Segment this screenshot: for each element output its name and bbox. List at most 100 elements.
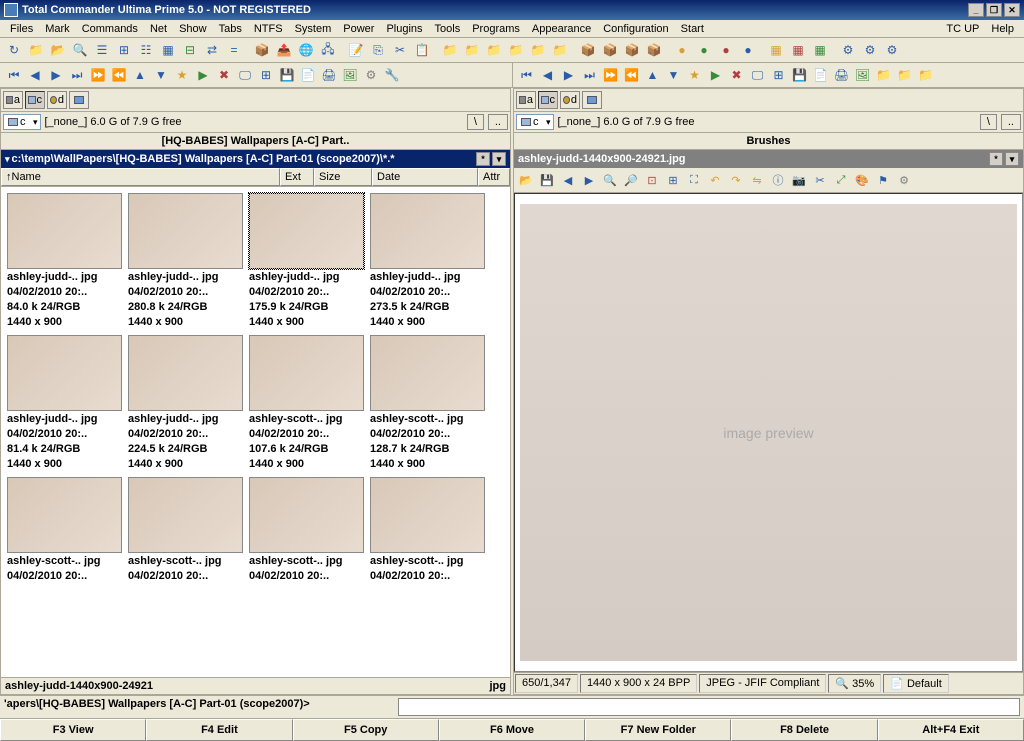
minimize-button[interactable]: _ (968, 3, 984, 17)
close-button[interactable]: ✕ (1004, 3, 1020, 17)
v-opts-icon[interactable]: ⚙ (894, 170, 914, 190)
menu-start[interactable]: Start (675, 21, 710, 37)
folder-blue5-icon[interactable]: 📁 (528, 40, 548, 60)
brief-icon[interactable]: ⊞ (114, 40, 134, 60)
folder-icon[interactable]: 📁 (26, 40, 46, 60)
nav-down-icon[interactable]: ▼ (151, 65, 171, 85)
ball3-icon[interactable]: ● (716, 40, 736, 60)
col-date[interactable]: Date (372, 168, 478, 186)
ball1-icon[interactable]: ● (672, 40, 692, 60)
menu-ntfs[interactable]: NTFS (248, 21, 289, 37)
right-path-bar[interactable]: ashley-judd-1440x900-24921.jpg * ▾ (514, 150, 1023, 168)
print-icon[interactable]: 🖨 (319, 65, 339, 85)
right-drive-select[interactable]: c (516, 114, 554, 130)
box4-icon[interactable]: 📦 (644, 40, 664, 60)
r-drive-cd-button[interactable]: d (560, 91, 580, 109)
r-nav-back-icon[interactable]: ⏪ (622, 65, 642, 85)
folder-blue2-icon[interactable]: 📁 (462, 40, 482, 60)
col-name[interactable]: ↑Name (1, 168, 280, 186)
grid3-icon[interactable]: ▦ (810, 40, 830, 60)
thumbnail-item[interactable]: ashley-judd-.. jpg 04/02/2010 20:.. 81.4… (7, 335, 122, 471)
v-crop-icon[interactable]: ✂ (810, 170, 830, 190)
drive-net-button[interactable] (69, 91, 89, 109)
ftp-icon[interactable]: 🌐 (296, 40, 316, 60)
col-attr[interactable]: Attr (478, 168, 510, 186)
image-viewer[interactable]: image preview (514, 193, 1023, 672)
v-save-icon[interactable]: 💾 (537, 170, 557, 190)
copy-icon[interactable]: ⎘ (368, 40, 388, 60)
right-updir-button[interactable]: .. (1001, 114, 1021, 130)
r-nav-fwd-icon[interactable]: ⏩ (601, 65, 621, 85)
menu-show[interactable]: Show (173, 21, 213, 37)
menu-tools[interactable]: Tools (429, 21, 467, 37)
v-next-icon[interactable]: ▶ (579, 170, 599, 190)
v-actual-icon[interactable]: ⊞ (663, 170, 683, 190)
calc-icon[interactable]: ⊞ (256, 65, 276, 85)
f6-move-button[interactable]: F6 Move (439, 719, 585, 741)
refresh-icon[interactable]: ↻ (4, 40, 24, 60)
v-resize-icon[interactable]: ⤢ (831, 170, 851, 190)
r-fold1-icon[interactable]: 📁 (874, 65, 894, 85)
tree-icon[interactable]: ⊟ (180, 40, 200, 60)
r-star-icon[interactable]: ★ (685, 65, 705, 85)
menu-help[interactable]: Help (985, 21, 1020, 37)
nav-prev-icon[interactable]: ◀ (25, 65, 45, 85)
box1-icon[interactable]: 📦 (578, 40, 598, 60)
grid1-icon[interactable]: ▦ (766, 40, 786, 60)
left-hist-button[interactable]: ▾ (492, 152, 506, 166)
menu-system[interactable]: System (289, 21, 338, 37)
menu-configuration[interactable]: Configuration (597, 21, 674, 37)
col-size[interactable]: Size (314, 168, 372, 186)
thumbnail-item[interactable]: ashley-scott-.. jpg 04/02/2010 20:.. 107… (249, 335, 364, 471)
f7-newfolder-button[interactable]: F7 New Folder (585, 719, 731, 741)
nav-back-icon[interactable]: ⏪ (109, 65, 129, 85)
v-full-icon[interactable]: ⛶ (684, 170, 704, 190)
opt1-icon[interactable]: ⚙ (838, 40, 858, 60)
f8-delete-button[interactable]: F8 Delete (731, 719, 877, 741)
paste-icon[interactable]: 📋 (412, 40, 432, 60)
play-icon[interactable]: ▶ (193, 65, 213, 85)
thumbnail-item[interactable]: ashley-scott-.. jpg 04/02/2010 20:.. (370, 477, 485, 583)
thumbnail-item[interactable]: ashley-judd-.. jpg 04/02/2010 20:.. 84.0… (7, 193, 122, 329)
v-zoomout-icon[interactable]: 🔎 (621, 170, 641, 190)
v-color-icon[interactable]: 🎨 (852, 170, 872, 190)
folder-blue3-icon[interactable]: 📁 (484, 40, 504, 60)
r-fold2-icon[interactable]: 📁 (895, 65, 915, 85)
f3-view-button[interactable]: F3 View (0, 719, 146, 741)
r-print-icon[interactable]: 🖨 (832, 65, 852, 85)
thumbnail-item[interactable]: ashley-judd-.. jpg 04/02/2010 20:.. 224.… (128, 335, 243, 471)
v-rotl-icon[interactable]: ↶ (705, 170, 725, 190)
pack-icon[interactable]: 📦 (252, 40, 272, 60)
v-info-icon[interactable]: ⓘ (768, 170, 788, 190)
grid2-icon[interactable]: ▦ (788, 40, 808, 60)
left-drive-select[interactable]: c (3, 114, 41, 130)
thumbnail-item[interactable]: ashley-judd-.. jpg 04/02/2010 20:.. 280.… (128, 193, 243, 329)
command-input[interactable] (398, 698, 1020, 716)
menu-tabs[interactable]: Tabs (213, 21, 248, 37)
r-drive-floppy-button[interactable]: a (516, 91, 536, 109)
right-root-button[interactable]: \ (980, 114, 997, 130)
thumbnail-item[interactable]: ashley-scott-.. jpg 04/02/2010 20:.. (7, 477, 122, 583)
f5-copy-button[interactable]: F5 Copy (293, 719, 439, 741)
r-calc-icon[interactable]: ⊞ (769, 65, 789, 85)
r-doc-icon[interactable]: 📄 (811, 65, 831, 85)
tool-icon[interactable]: 🔧 (382, 65, 402, 85)
col-ext[interactable]: Ext (280, 168, 314, 186)
right-fav-button[interactable]: * (989, 152, 1003, 166)
thumbnail-item[interactable]: ashley-scott-.. jpg 04/02/2010 20:.. 128… (370, 335, 485, 471)
r-nav-up-icon[interactable]: ▲ (643, 65, 663, 85)
cut-icon[interactable]: ✂ (390, 40, 410, 60)
menu-commands[interactable]: Commands (76, 21, 144, 37)
opt3-icon[interactable]: ⚙ (882, 40, 902, 60)
mon-icon[interactable]: 🖵 (235, 65, 255, 85)
notepad-icon[interactable]: 📝 (346, 40, 366, 60)
r-play-icon[interactable]: ▶ (706, 65, 726, 85)
thumbnail-item[interactable]: ashley-judd-.. jpg 04/02/2010 20:.. 273.… (370, 193, 485, 329)
nav-next-icon[interactable]: ▶ (46, 65, 66, 85)
gear-icon[interactable]: ⚙ (361, 65, 381, 85)
net-icon[interactable]: 🖧 (318, 40, 338, 60)
x-icon[interactable]: ✖ (214, 65, 234, 85)
star-icon[interactable]: ★ (172, 65, 192, 85)
swap-icon[interactable]: ⇄ (202, 40, 222, 60)
r-nav-last-icon[interactable]: ⏭ (580, 65, 600, 85)
